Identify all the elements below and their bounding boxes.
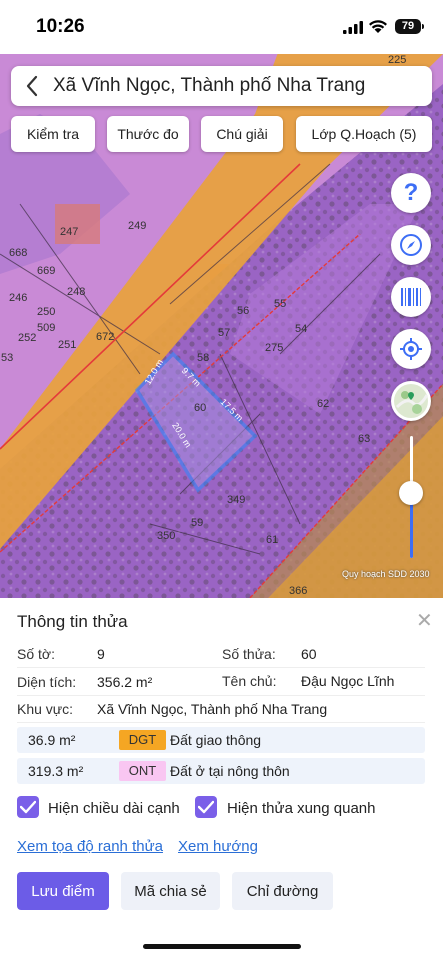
view-coordinates-link[interactable]: Xem tọa độ ranh thửa <box>17 838 163 855</box>
area-value: 356.2 m² <box>97 674 153 690</box>
battery-icon: 79 <box>395 19 421 34</box>
opacity-slider-thumb[interactable] <box>399 481 423 505</box>
land-use-code: DGT <box>119 730 166 750</box>
parcel-label: 53 <box>1 352 14 364</box>
land-use-area: 319.3 m² <box>28 763 84 779</box>
parcel-label: 668 <box>9 247 28 259</box>
share-code-button[interactable]: Mã chia sẻ <box>121 872 220 910</box>
parcel-label: 349 <box>227 494 246 506</box>
parcel-label: 275 <box>265 342 284 354</box>
sheet-value: 9 <box>97 646 105 662</box>
parcel-label: 60 <box>194 402 207 414</box>
map-type-button[interactable] <box>391 381 431 421</box>
lot-value: 60 <box>301 646 317 662</box>
check-button[interactable]: Kiểm tra <box>11 116 95 152</box>
parcel-label: 55 <box>274 298 287 310</box>
land-use-area: 36.9 m² <box>28 732 76 748</box>
barcode-icon <box>401 288 421 306</box>
parcel-label: 225 <box>388 54 407 66</box>
parcel-label: 246 <box>9 292 28 304</box>
edge-length-label: Hiện chiều dài cạnh <box>48 800 180 817</box>
planning-layers-button[interactable]: Lớp Q.Hoạch (5) <box>296 116 432 152</box>
directions-button[interactable]: Chỉ đường <box>232 872 333 910</box>
parcel-label: 59 <box>191 517 204 529</box>
measure-button[interactable]: Thước đo <box>107 116 189 152</box>
parcel-label: 251 <box>58 339 77 351</box>
map-thumbnail-icon <box>394 384 429 418</box>
legend-button[interactable]: Chú giải <box>201 116 283 152</box>
region-label: Khu vực: <box>17 701 74 717</box>
battery-tip <box>422 24 424 29</box>
lot-label: Số thửa: <box>222 646 276 662</box>
view-direction-link[interactable]: Xem hướng <box>178 838 258 855</box>
barcode-button[interactable] <box>391 277 431 317</box>
edge-length-checkbox[interactable] <box>17 796 39 818</box>
save-point-button[interactable]: Lưu điểm <box>17 872 109 910</box>
locate-icon <box>400 338 422 360</box>
parcel-info-panel: Thông tin thửa ✕ Số tờ: 9 Số thửa: 60 Di… <box>0 598 443 959</box>
panel-title: Thông tin thửa <box>17 612 128 631</box>
close-icon[interactable]: ✕ <box>416 608 433 633</box>
parcel-label: 672 <box>96 331 115 343</box>
parcel-label: 250 <box>37 306 56 318</box>
parcel-label: 248 <box>67 286 86 298</box>
owner-value: Đậu Ngọc Lĩnh <box>301 673 395 689</box>
location-title: Xã Vĩnh Ngọc, Thành phố Nha Trang <box>53 75 366 96</box>
compass-button[interactable] <box>391 225 431 265</box>
divider <box>17 695 425 696</box>
locate-button[interactable] <box>391 329 431 369</box>
map-layer-note: Quy hoạch SDD 2030 <box>342 569 430 579</box>
wifi-icon <box>369 20 387 33</box>
compass-icon <box>400 234 422 256</box>
signal-icon <box>343 21 363 34</box>
sheet-label: Số tờ: <box>17 646 55 662</box>
parcel-label: 57 <box>218 327 231 339</box>
home-indicator <box>143 944 301 949</box>
parcel-label: 350 <box>157 530 176 542</box>
search-bar[interactable]: Xã Vĩnh Ngọc, Thành phố Nha Trang <box>11 66 432 106</box>
parcel-label: 56 <box>237 305 250 317</box>
region-value: Xã Vĩnh Ngọc, Thành phố Nha Trang <box>97 701 328 717</box>
parcel-label: 63 <box>358 433 371 445</box>
divider <box>17 667 425 668</box>
land-use-row: 36.9 m² DGT Đất giao thông <box>17 727 425 753</box>
land-use-desc: Đất giao thông <box>170 732 262 748</box>
land-use-code: ONT <box>119 761 166 781</box>
land-use-row: 319.3 m² ONT Đất ở tại nông thôn <box>17 758 425 784</box>
parcel-label: 61 <box>266 534 279 546</box>
help-button[interactable]: ? <box>391 173 431 213</box>
parcel-label: 58 <box>197 352 210 364</box>
parcel-label: 252 <box>18 332 37 344</box>
parcel-label: 247 <box>60 226 79 238</box>
status-time: 10:26 <box>36 16 85 37</box>
parcel-label: 62 <box>317 398 330 410</box>
owner-label: Tên chủ: <box>222 673 277 689</box>
parcel-label: 669 <box>37 265 56 277</box>
area-label: Diện tích: <box>17 674 77 690</box>
parcel-label: 366 <box>289 585 308 597</box>
parcel-label: 509 <box>37 322 56 334</box>
neighbors-checkbox[interactable] <box>195 796 217 818</box>
checkmark-icon <box>20 800 36 814</box>
parcel-label: 249 <box>128 220 147 232</box>
divider <box>17 722 425 723</box>
land-use-desc: Đất ở tại nông thôn <box>170 763 290 779</box>
checkmark-icon <box>198 800 214 814</box>
back-icon[interactable] <box>25 75 39 97</box>
parcel-label: 54 <box>295 323 308 335</box>
neighbors-label: Hiện thửa xung quanh <box>227 800 376 817</box>
help-icon: ? <box>403 179 419 206</box>
status-bar: 10:26 79 <box>0 0 443 54</box>
